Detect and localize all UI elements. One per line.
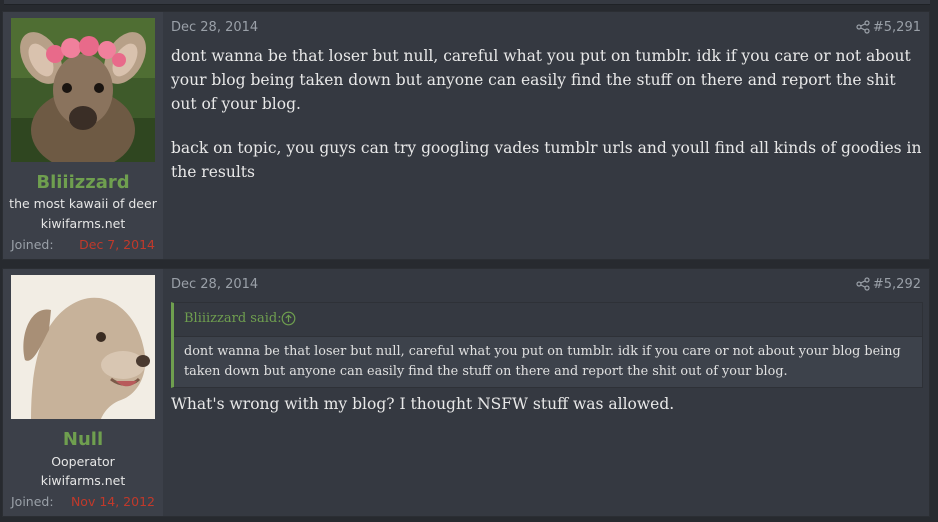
- user-pane: Bliiizzard the most kawaii of deer kiwif…: [3, 12, 163, 259]
- post: Null Ooperator kiwifarms.net Joined: Nov…: [2, 268, 930, 517]
- post-paragraph: back on topic, you guys can try googling…: [171, 139, 922, 181]
- username[interactable]: Bliiizzard: [3, 172, 163, 193]
- joined-date: Dec 7, 2014: [79, 237, 155, 252]
- post-date[interactable]: Dec 28, 2014: [171, 277, 258, 292]
- user-site: kiwifarms.net: [40, 216, 126, 231]
- quote-block: Bliiizzard said: dont wanna be that lose…: [171, 302, 923, 388]
- post-reply: What's wrong with my blog? I thought NSF…: [171, 395, 675, 413]
- quote-header: Bliiizzard said:: [174, 303, 922, 337]
- joined-label: Joined:: [11, 237, 54, 252]
- avatar[interactable]: [11, 275, 155, 419]
- post: Bliiizzard the most kawaii of deer kiwif…: [2, 11, 930, 260]
- post-paragraph: dont wanna be that loser but null, caref…: [171, 47, 911, 113]
- username[interactable]: Null: [3, 429, 163, 450]
- post-date[interactable]: Dec 28, 2014: [171, 20, 258, 35]
- share-icon[interactable]: [856, 20, 870, 34]
- quote-text: dont wanna be that loser but null, caref…: [184, 344, 901, 379]
- quote-author[interactable]: Bliiizzard said:: [184, 311, 282, 326]
- avatar[interactable]: [11, 18, 155, 162]
- user-title: the most kawaii of deer: [9, 196, 157, 211]
- post-number[interactable]: #5,291: [873, 20, 921, 35]
- arrow-up-circle-icon[interactable]: [281, 311, 296, 326]
- previous-post-edge: [4, 0, 930, 5]
- post-number[interactable]: #5,292: [873, 277, 921, 292]
- user-site: kiwifarms.net: [40, 473, 126, 488]
- share-icon[interactable]: [856, 277, 870, 291]
- joined-label: Joined:: [11, 494, 54, 509]
- user-pane: Null Ooperator kiwifarms.net Joined: Nov…: [3, 269, 163, 516]
- user-title: Ooperator: [51, 454, 115, 469]
- joined-date: Nov 14, 2012: [70, 494, 155, 509]
